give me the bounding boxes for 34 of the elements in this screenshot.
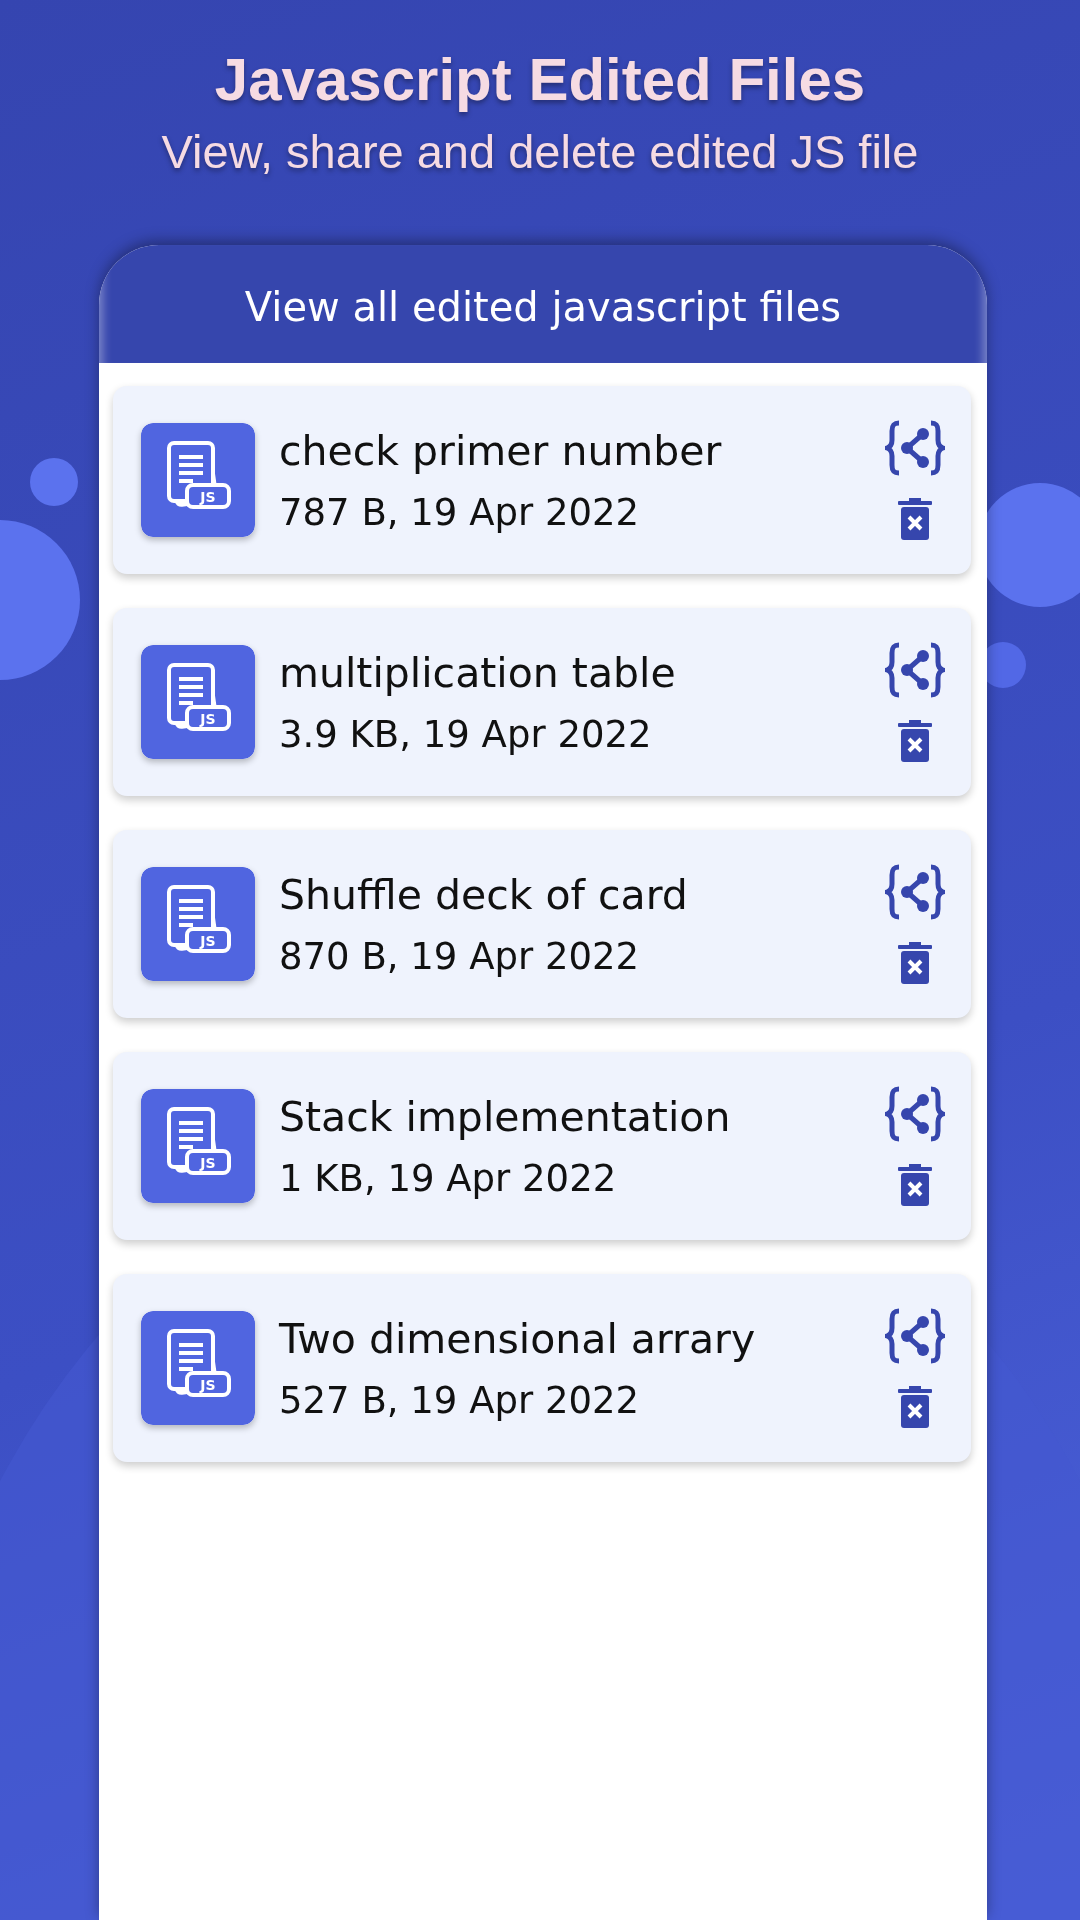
- share-icon[interactable]: [885, 1086, 945, 1142]
- file-card[interactable]: JS multiplication table 3.9 KB, 19 Apr 2022: [113, 608, 971, 796]
- js-file-icon: JS: [141, 1311, 255, 1425]
- js-file-icon: JS: [141, 645, 255, 759]
- file-card[interactable]: JS Shuffle deck of card 870 B, 19 Apr 2022: [113, 830, 971, 1018]
- file-details: 870 B, 19 Apr 2022: [279, 934, 641, 978]
- file-name: Stack implementation: [279, 1092, 732, 1141]
- js-file-icon: JS: [141, 867, 255, 981]
- file-details: 527 B, 19 Apr 2022: [279, 1378, 641, 1422]
- share-icon[interactable]: [885, 420, 945, 476]
- js-file-icon: JS: [141, 423, 255, 537]
- file-details: 1 KB, 19 Apr 2022: [279, 1156, 618, 1200]
- page-subtitle: View, share and delete edited JS file: [161, 124, 919, 180]
- file-details: 787 B, 19 Apr 2022: [279, 490, 641, 534]
- delete-icon[interactable]: [898, 498, 932, 540]
- delete-icon[interactable]: [898, 720, 932, 762]
- share-icon[interactable]: [885, 1308, 945, 1364]
- bubble: [30, 458, 78, 506]
- delete-icon[interactable]: [898, 1386, 932, 1428]
- file-card[interactable]: JS Stack implementation 1 KB, 19 Apr 2022: [113, 1052, 971, 1240]
- file-name: Shuffle deck of card: [279, 870, 689, 919]
- delete-icon[interactable]: [898, 942, 932, 984]
- screen-title: View all edited javascript files: [244, 283, 842, 330]
- page-title: Javascript Edited Files: [214, 45, 866, 115]
- file-name: check primer number: [279, 426, 723, 475]
- file-card[interactable]: JS check primer number 787 B, 19 Apr 2022: [113, 386, 971, 574]
- share-icon[interactable]: [885, 864, 945, 920]
- file-name: multiplication table: [279, 648, 677, 697]
- file-name: Two dimensional arrary: [279, 1314, 757, 1363]
- delete-icon[interactable]: [898, 1164, 932, 1206]
- js-file-icon: JS: [141, 1089, 255, 1203]
- file-details: 3.9 KB, 19 Apr 2022: [279, 712, 653, 756]
- share-icon[interactable]: [885, 642, 945, 698]
- file-card[interactable]: JS Two dimensional arrary 527 B, 19 Apr 2022: [113, 1274, 971, 1462]
